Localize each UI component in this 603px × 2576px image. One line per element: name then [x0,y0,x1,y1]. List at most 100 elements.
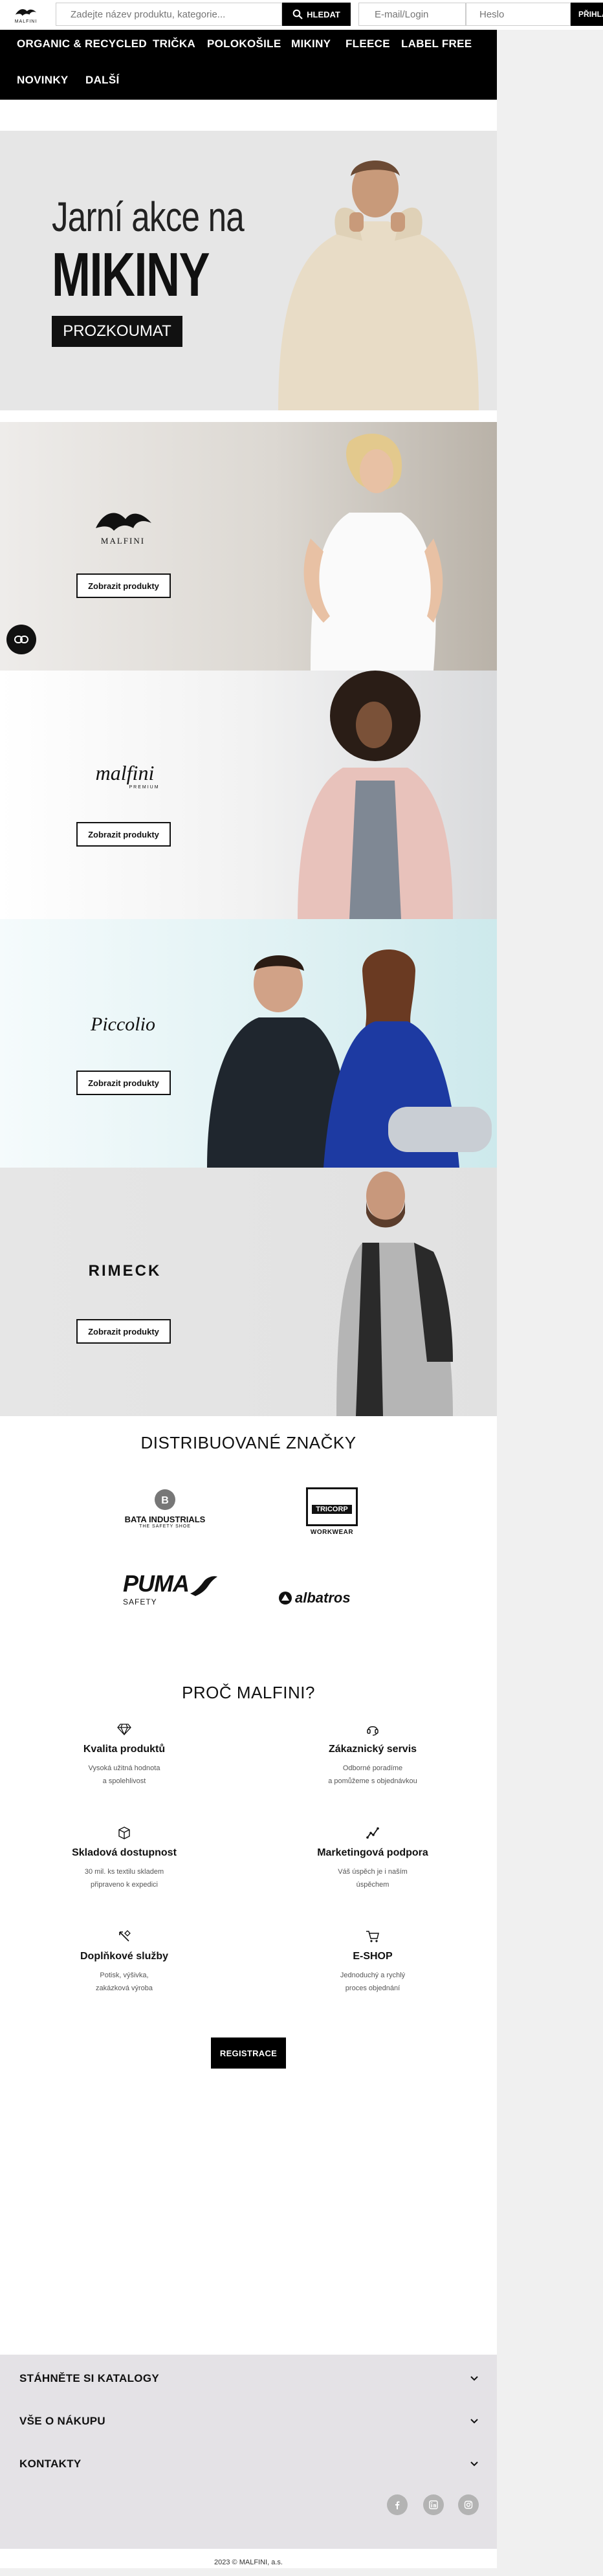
puma-logo[interactable]: PUMA SAFETY [123,1570,217,1606]
footer: STÁHNĚTE SI KATALOGY VŠE O NÁKUPU KONTAK… [0,2355,497,2549]
why-item-desc2: připraveno k expedici [91,1881,158,1889]
accordion-label: VŠE O NÁKUPU [19,2415,106,2427]
box-icon [118,1827,130,1839]
panel-model-image [336,1171,453,1416]
logo[interactable]: MALFINI [8,4,44,26]
facebook-link[interactable] [387,2494,408,2515]
nav-item-tricka[interactable]: TRIČKA [153,38,195,50]
chevron-down-icon [470,2461,478,2467]
why-item-desc1: Potisk, výšivka, [100,1971,149,1979]
search-icon [292,9,303,19]
hero-model-image [278,160,479,410]
tools-icon [119,1930,131,1942]
hero-line1: Jarní akce na [52,194,245,240]
brands-title: DISTRIBUOVANÉ ZNAČKY [140,1433,356,1452]
search-button[interactable]: HLEDAT [282,3,351,26]
why-item-services: Doplňkové služby Potisk, výšivka, zakázko… [27,1929,221,1995]
brand-name: BATA INDUSTRIALS [124,1515,206,1524]
brand-name: PUMA [123,1570,190,1597]
why-item-desc2: a pomůžeme s objednávkou [328,1777,417,1785]
footer-accordion-shopping[interactable]: VŠE O NÁKUPU [19,2412,479,2431]
cart-icon [366,1931,379,1942]
why-title: PROČ MALFINI? [182,1683,315,1702]
instagram-link[interactable] [458,2494,479,2515]
why-item-title: Zákaznický servis [328,1744,417,1755]
brand-name: albatros [295,1590,351,1606]
nav-item-polokosile[interactable]: POLOKOŠILE [207,38,281,50]
panel-brand-name: MALFINI [100,536,146,546]
show-products-button[interactable]: Zobrazit produkty [76,1319,171,1344]
brand-panel-malfini-premium: malfini PREMIUM Zobrazit produkty [0,671,497,919]
nav-item-label-free[interactable]: LABEL FREE [401,38,472,50]
nav-item-organic[interactable]: ORGANIC & RECYCLED [17,38,147,50]
nav-item-mikiny[interactable]: MIKINY [291,38,331,50]
why-item-stock: Skladová dostupnost 30 mil. ks textilu s… [27,1825,221,1891]
page-gutter [497,0,603,2568]
footer-accordion-catalogs[interactable]: STÁHNĚTE SI KATALOGY [19,2369,479,2388]
linkedin-icon [429,2500,438,2509]
malfini-bird-icon [96,513,151,531]
copyright: 2023 © MALFINI, a.s. [0,2549,497,2568]
link-icon [14,636,28,643]
password-input[interactable] [478,8,570,21]
why-item-desc1: Jednoduchý a rychlý [340,1971,406,1979]
login-input[interactable] [373,8,465,21]
show-products-button[interactable]: Zobrazit produkty [76,1071,171,1095]
nav-item-fleece[interactable]: FLEECE [345,38,390,50]
hero-line2: MIKINY [52,240,210,309]
password-box [466,3,571,26]
why-item-title: Skladová dostupnost [72,1847,177,1858]
show-products-button[interactable]: Zobrazit produkty [76,822,171,847]
brand-sub: SAFETY [123,1597,157,1606]
puma-cat-icon [190,1576,217,1596]
linkedin-link[interactable] [423,2494,444,2515]
register-button[interactable]: REGISTRACE [211,2037,286,2069]
brand-panel-rimeck: RIMECK Zobrazit produkty [0,1168,497,1416]
why-item-title: Kvalita produktů [83,1744,166,1755]
piccolio-logo: Piccolio [91,1014,155,1035]
why-item-desc1: Váš úspěch je i naším [338,1868,408,1876]
malfini-bird-icon [15,8,37,16]
why-item-desc1: Odborné poradíme [342,1764,403,1772]
tricorp-logo[interactable]: TRICORP WORKWEAR [303,1487,361,1536]
brand-name: TRICORP [312,1505,352,1514]
malfini-premium-logo: malfini PREMIUM [76,761,173,790]
why-item-eshop: E-SHOP Jednoduchý a rychlý proces objedná… [276,1929,470,1995]
panel-brand-name: malfini [95,761,155,784]
footer-accordion-contacts[interactable]: KONTAKTY [19,2454,479,2474]
why-item-desc2: proces objednání [345,1984,400,1992]
nav-item-dalsi[interactable]: DALŠÍ [85,74,120,87]
panel-model-image [303,434,443,671]
brand-sub: WORKWEAR [310,1529,354,1536]
why-item-desc2: a spolehlivost [102,1777,146,1785]
why-item-quality: Kvalita produktů Vysoká užitná hodnota a … [27,1722,221,1788]
main-nav: ORGANIC & RECYCLED TRIČKA POLOKOŠILE MIK… [0,30,497,100]
logo-text: MALFINI [14,19,38,24]
show-products-button[interactable]: Zobrazit produkty [76,573,171,598]
why-item-desc2: úspěchem [356,1881,389,1889]
hero-banner[interactable]: Jarní akce na MIKINY PROZKOUMAT [0,131,497,410]
why-item-title: Marketingová podpora [317,1847,428,1858]
why-item-title: E-SHOP [353,1951,393,1962]
chevron-down-icon [470,2376,478,2381]
top-bar: MALFINI HLEDAT PŘIHLÁSIT [0,0,603,30]
svg-text:B: B [161,1495,169,1506]
search-box [56,3,282,26]
panel-brand-sub: PREMIUM [129,785,160,790]
why-item-title: Doplňkové služby [80,1951,169,1962]
why-item-desc1: 30 mil. ks textilu skladem [84,1868,164,1876]
facebook-icon [395,2501,400,2509]
chart-icon [366,1827,379,1839]
bata-logo[interactable]: B BATA INDUSTRIALS THE SAFETY SHOE [110,1489,220,1529]
nav-item-novinky[interactable]: NOVINKY [17,74,69,87]
search-input[interactable] [69,8,281,21]
bata-emblem-icon: B [155,1489,175,1510]
login-box [358,3,466,26]
signin-button[interactable]: PŘIHLÁSIT [571,3,603,26]
hero-cta-button[interactable]: PROZKOUMAT [52,316,182,347]
chat-widget-button[interactable] [6,625,36,654]
diamond-icon [117,1724,131,1735]
why-item-desc1: Vysoká užitná hodnota [88,1764,160,1772]
albatros-logo[interactable]: albatros [278,1590,382,1606]
malfini-logo: MALFINI [91,505,155,546]
